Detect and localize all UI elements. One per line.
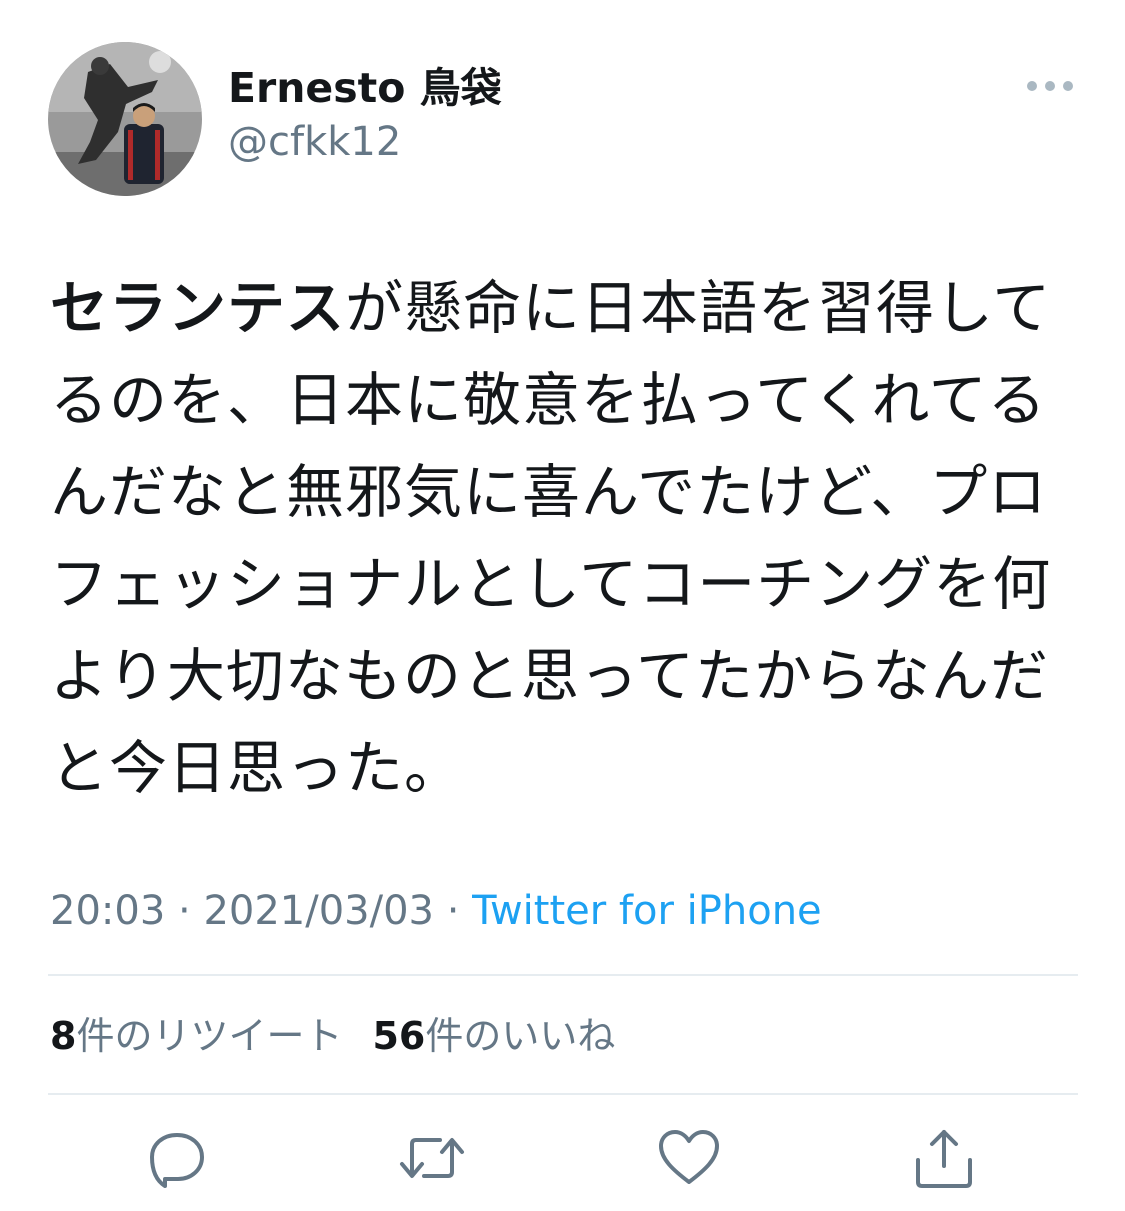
- share-icon: [916, 1130, 972, 1188]
- reply-icon: [150, 1133, 204, 1188]
- like-count: 56: [372, 1014, 426, 1058]
- tweet-date: 2021/03/03: [203, 888, 434, 934]
- like-label: 件のいいね: [425, 1014, 616, 1058]
- tweet-body-text: が懸命に日本語を習得してるのを、日本に敬意を払ってくれてるんだなと無邪気に喜んで…: [50, 274, 1052, 802]
- divider: [48, 974, 1078, 976]
- author-display-name[interactable]: Ernesto 鳥袋: [228, 62, 502, 114]
- retweet-button[interactable]: [398, 1124, 466, 1192]
- tweet-source-link[interactable]: Twitter for iPhone: [472, 888, 822, 934]
- meta-separator: ·: [433, 888, 473, 934]
- tweet-time: 20:03: [50, 888, 166, 934]
- like-icon: [659, 1130, 719, 1184]
- author-handle[interactable]: @cfkk12: [228, 116, 401, 168]
- tweet-stats: 8件のリツイート 56件のいいね: [50, 1010, 645, 1062]
- share-button[interactable]: [910, 1124, 978, 1192]
- retweets-stat[interactable]: 8件のリツイート: [50, 1014, 342, 1058]
- avatar-photo: [48, 42, 202, 196]
- more-icon: [1027, 81, 1073, 91]
- tweet-bold-text: セランテス: [50, 274, 346, 342]
- like-button[interactable]: [655, 1124, 723, 1192]
- more-options-button[interactable]: [1022, 70, 1078, 102]
- reply-button[interactable]: [143, 1124, 211, 1192]
- tweet-text: セランテスが懸命に日本語を習得してるのを、日本に敬意を払ってくれてるんだなと無邪…: [50, 262, 1060, 814]
- retweet-icon: [400, 1138, 464, 1178]
- retweet-count: 8: [50, 1014, 77, 1058]
- tweet-meta: 20:03 · 2021/03/03 · Twitter for iPhone: [50, 885, 822, 937]
- meta-separator: ·: [165, 888, 204, 934]
- likes-stat[interactable]: 56件のいいね: [372, 1014, 615, 1058]
- retweet-label: 件のリツイート: [76, 1014, 343, 1058]
- avatar[interactable]: [48, 42, 202, 196]
- divider: [48, 1093, 1078, 1095]
